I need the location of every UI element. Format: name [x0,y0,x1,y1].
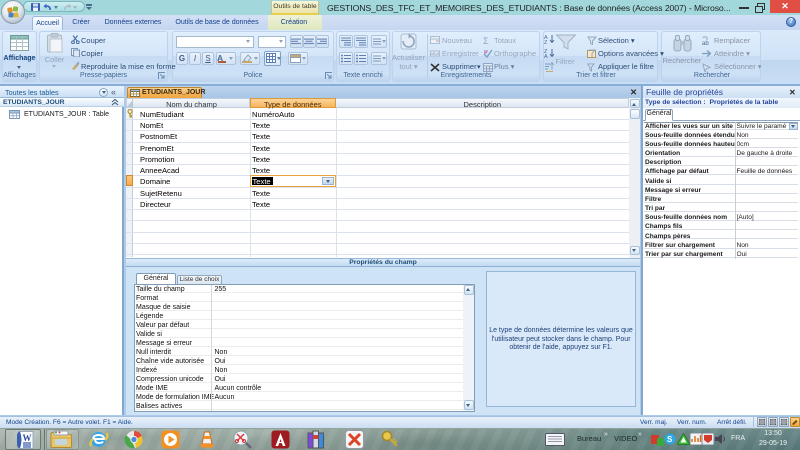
svg-text:S: S [667,435,673,444]
svg-text:W: W [23,433,32,443]
svg-text:Σ: Σ [483,36,489,45]
svg-text:A: A [544,54,548,58]
svg-text:ab: ab [702,41,709,45]
